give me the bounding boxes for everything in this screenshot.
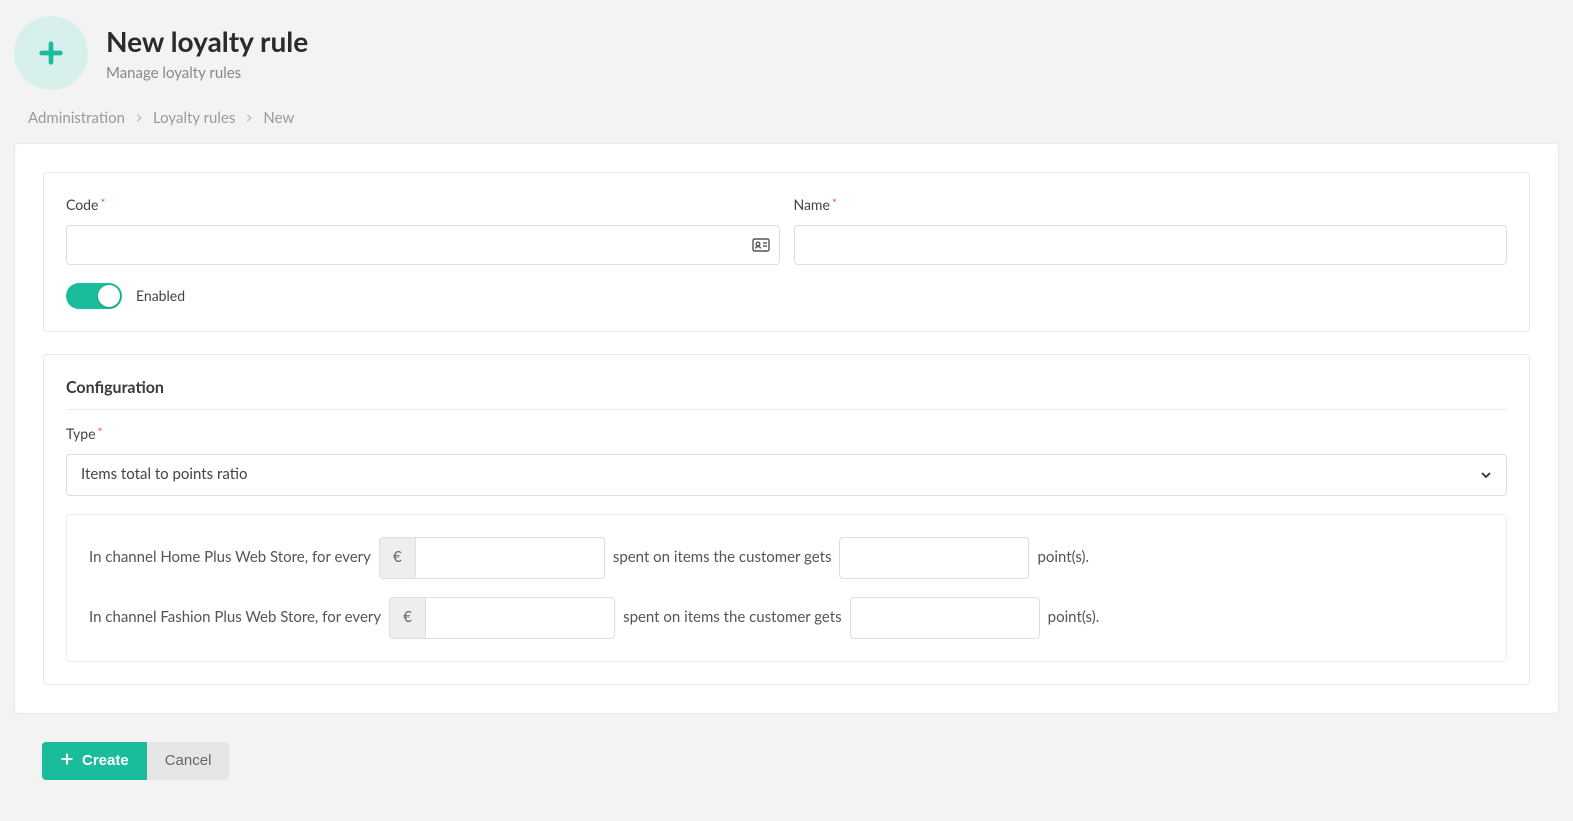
channel-suffix-text: point(s).: [1037, 547, 1089, 568]
channel-middle-text: spent on items the customer gets: [623, 607, 842, 628]
channels-segment: In channel Home Plus Web Store, for ever…: [66, 514, 1507, 662]
currency-symbol: €: [389, 597, 425, 639]
channel-prefix-text: In channel Home Plus Web Store, for ever…: [89, 547, 371, 568]
cancel-button[interactable]: Cancel: [147, 742, 230, 780]
toggle-knob: [98, 285, 120, 307]
required-indicator: *: [100, 195, 105, 210]
amount-input[interactable]: [425, 597, 615, 639]
required-indicator: *: [98, 424, 103, 439]
required-indicator: *: [832, 195, 837, 210]
points-input[interactable]: [839, 537, 1029, 579]
chevron-right-icon: [245, 108, 253, 129]
enabled-label: Enabled: [136, 286, 185, 306]
channel-row: In channel Fashion Plus Web Store, for e…: [89, 597, 1484, 639]
name-input[interactable]: [794, 225, 1508, 265]
breadcrumb-administration[interactable]: Administration: [28, 108, 125, 129]
type-select[interactable]: Items total to points ratio: [66, 454, 1507, 496]
page-title: New loyalty rule: [106, 22, 308, 61]
breadcrumb-current: New: [263, 108, 294, 129]
basic-info-segment: Code*: [43, 172, 1530, 332]
channel-row: In channel Home Plus Web Store, for ever…: [89, 537, 1484, 579]
create-button[interactable]: Create: [42, 742, 147, 780]
currency-symbol: €: [379, 537, 415, 579]
breadcrumb-loyalty-rules[interactable]: Loyalty rules: [153, 108, 235, 129]
cancel-button-label: Cancel: [165, 752, 212, 769]
form-actions: Create Cancel: [14, 742, 1559, 780]
chevron-right-icon: [135, 108, 143, 129]
channel-middle-text: spent on items the customer gets: [613, 547, 832, 568]
configuration-segment: Configuration Type* Items total to point…: [43, 354, 1530, 685]
code-label: Code*: [66, 195, 780, 215]
channel-prefix-text: In channel Fashion Plus Web Store, for e…: [89, 607, 381, 628]
breadcrumb: Administration Loyalty rules New: [28, 108, 1559, 129]
type-label: Type*: [66, 424, 1507, 444]
enabled-toggle[interactable]: [66, 283, 122, 309]
code-input[interactable]: [66, 225, 780, 265]
page-header: New loyalty rule Manage loyalty rules: [14, 16, 1559, 90]
name-label: Name*: [794, 195, 1508, 215]
channel-suffix-text: point(s).: [1048, 607, 1100, 628]
page-subtitle: Manage loyalty rules: [106, 63, 308, 84]
form-panel: Code*: [14, 143, 1559, 714]
amount-input[interactable]: [415, 537, 605, 579]
points-input[interactable]: [850, 597, 1040, 639]
configuration-title: Configuration: [66, 377, 1507, 410]
type-selected-value: Items total to points ratio: [81, 464, 247, 485]
plus-circle-icon: [14, 16, 88, 90]
id-card-icon[interactable]: [752, 238, 770, 252]
chevron-down-icon: [1480, 464, 1492, 485]
plus-icon: [60, 752, 74, 770]
create-button-label: Create: [82, 752, 129, 769]
